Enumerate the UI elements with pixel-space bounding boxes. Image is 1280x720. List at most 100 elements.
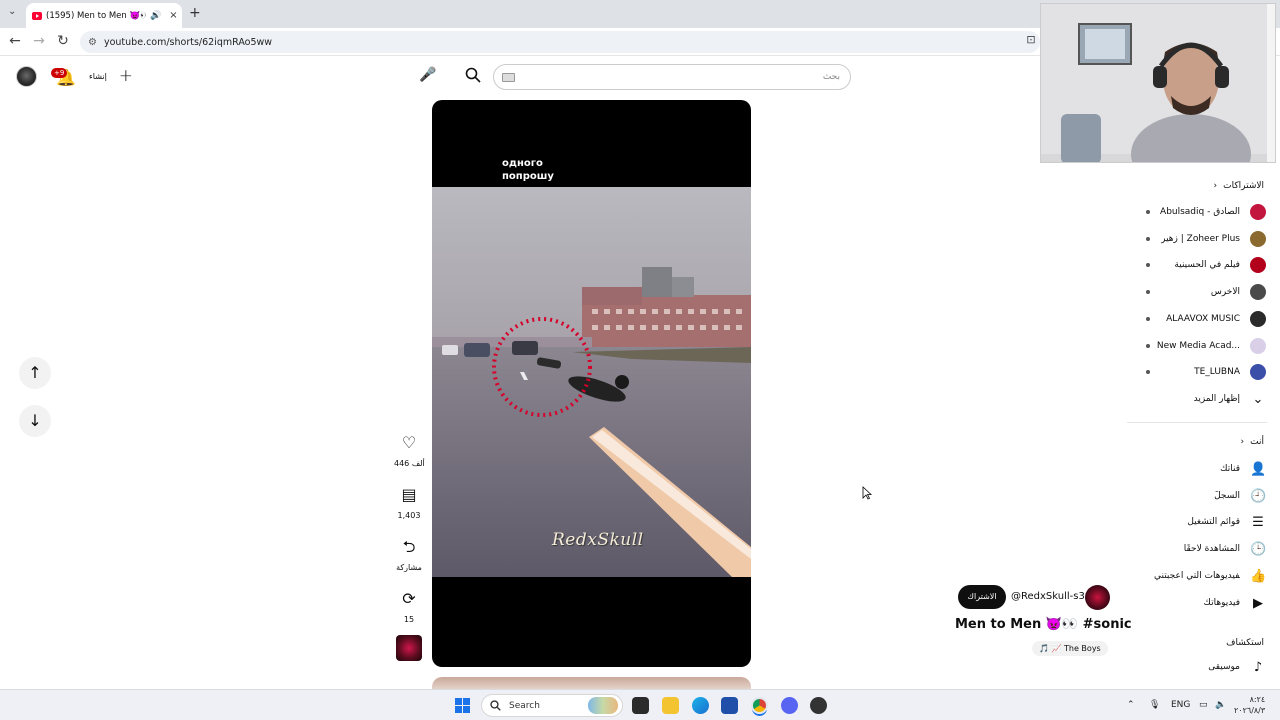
sidebar-item[interactable]: فيديوهاتك ▶ [1140, 592, 1266, 614]
sound-chip[interactable]: 🎵 📈 The Boys [1032, 641, 1108, 656]
channel-avatar [1250, 204, 1266, 220]
reload-button[interactable]: ↻ [54, 33, 72, 49]
sidebar-item[interactable]: قناتك 👤 [1140, 458, 1266, 480]
thumbs-up-icon: 👍 [1250, 568, 1267, 584]
keyboard-icon[interactable] [502, 73, 515, 82]
store-icon[interactable] [721, 697, 738, 714]
video-caption: одного попрошу [502, 157, 554, 183]
subscription-label: New Media Acad... [1156, 341, 1240, 351]
account-avatar[interactable] [16, 66, 37, 87]
subscription-item[interactable]: الاخرس [1140, 281, 1266, 303]
search-input[interactable]: بحث [493, 64, 851, 90]
chrome-icon[interactable] [751, 697, 768, 714]
subscribe-button[interactable]: الاشتراك [958, 585, 1006, 609]
new-content-dot-icon [1146, 237, 1150, 241]
share-icon[interactable]: ⮌ [394, 536, 424, 558]
file-explorer-icon[interactable] [662, 697, 679, 714]
explore-title: استكشاف [1226, 638, 1264, 648]
sidebar-item-label: موسيقى [1208, 662, 1240, 672]
network-icon[interactable]: ▭ [1199, 700, 1208, 710]
like-action[interactable]: ♡ 446 ألف [394, 432, 425, 468]
caption-line-1: одного [502, 158, 543, 169]
search-highlight-icon [588, 697, 618, 714]
new-content-dot-icon [1146, 210, 1150, 214]
browser-tab[interactable]: (1595) Men to Men 👿👀 # 🔊 × [26, 3, 182, 28]
forward-button[interactable]: → [30, 33, 48, 49]
create-button[interactable]: إنشاء + [89, 66, 133, 86]
address-bar[interactable]: ⚙ youtube.com/shorts/62iqmRAo5ww [80, 31, 1040, 53]
subscription-item[interactable]: ALAAVOX MUSIC [1140, 308, 1266, 330]
site-info-icon[interactable]: ⚙ [88, 37, 97, 48]
tab-close-icon[interactable]: × [169, 10, 177, 21]
comments-action[interactable]: ▤ 1,403 [394, 484, 424, 520]
plus-icon: + [118, 66, 133, 86]
new-content-dot-icon [1146, 263, 1150, 267]
tab-title: (1595) Men to Men 👿👀 # [46, 10, 146, 21]
sidebar-item[interactable]: الفيديوهات التي أعجبتني 👍 [1140, 565, 1266, 587]
sidebar-item-label: المشاهدة لاحقًا [1183, 544, 1240, 554]
new-content-dot-icon [1146, 344, 1150, 348]
heart-icon[interactable]: ♡ [394, 432, 424, 454]
previous-short-button[interactable]: ↑ [19, 357, 51, 389]
create-label: إنشاء [89, 71, 107, 81]
channel-avatar [1250, 311, 1266, 327]
discord-icon[interactable] [781, 697, 798, 714]
chevron-right-icon: › [1213, 181, 1218, 191]
show-hidden-icons-icon[interactable]: ⌃ [1127, 700, 1135, 710]
search-placeholder: بحث [822, 72, 840, 82]
channel-thumbnail[interactable] [396, 635, 422, 661]
app-icon[interactable] [810, 697, 827, 714]
volume-icon[interactable]: 🔈 [1215, 700, 1226, 710]
share-action[interactable]: ⮌ مشاركة [394, 536, 424, 572]
sidebar-item[interactable]: قوائم التشغيل ☰ [1140, 511, 1266, 533]
new-content-dot-icon [1146, 290, 1150, 294]
lens-icon[interactable]: ⊡ [1022, 33, 1040, 46]
subscription-label: TE_LUBNA [1194, 367, 1240, 377]
subscriptions-header[interactable]: › الاشتراكات [1214, 181, 1264, 191]
you-header[interactable]: › أنت [1241, 437, 1264, 447]
channel-avatar[interactable] [1085, 585, 1110, 610]
youtube-favicon-icon [32, 11, 42, 20]
channel-avatar [1250, 257, 1266, 273]
next-short-preview[interactable] [432, 677, 751, 689]
playlists-icon: ☰ [1252, 514, 1264, 530]
history-icon: 🕘 [1250, 488, 1267, 504]
music-icon: ♪ [1253, 659, 1263, 675]
subscription-item[interactable]: زهير | Zoheer Plus [1140, 228, 1266, 250]
show-more-button[interactable]: إظهار المزيد ⌄ [1140, 388, 1266, 410]
voice-search-mic-icon[interactable]: 🎤 [419, 67, 437, 85]
remix-icon[interactable]: ⟳ [394, 588, 424, 610]
sidebar-item-label: السجلّ [1214, 491, 1240, 501]
back-button[interactable]: ← [6, 33, 24, 49]
subscription-item[interactable]: TE_LUBNA [1140, 361, 1266, 383]
subscription-item[interactable]: New Media Acad... [1140, 335, 1266, 357]
new-tab-button[interactable]: + [189, 5, 201, 21]
taskbar-clock[interactable]: ٨:٢٤ ٢٠٢٦/٨/٣ [1234, 694, 1265, 716]
tab-search-icon[interactable]: ⌄ [8, 6, 16, 17]
channel-handle[interactable]: @RedxSkull-s3w [1011, 591, 1093, 602]
subscription-item[interactable]: فيلم في الحسينية [1140, 254, 1266, 276]
sidebar-item[interactable]: المشاهدة لاحقًا 🕒 [1140, 538, 1266, 560]
windows-start-icon[interactable] [455, 698, 470, 713]
task-view-icon[interactable] [632, 697, 649, 714]
webcam-feed-image [1041, 4, 1275, 162]
comment-icon[interactable]: ▤ [394, 484, 424, 506]
you-title: أنت [1250, 437, 1264, 447]
taskbar-search[interactable]: Search [481, 694, 623, 717]
subscription-item[interactable]: Abulsadiq - الصادق [1140, 201, 1266, 223]
search-icon[interactable] [461, 67, 485, 85]
microphone-icon[interactable]: 🎙 [1149, 700, 1160, 710]
tab-audio-icon[interactable]: 🔊 [150, 11, 161, 21]
shorts-video-player[interactable]: одного попрошу RedxSkull [432, 100, 751, 667]
sidebar-item[interactable]: السجلّ 🕘 [1140, 485, 1266, 507]
sidebar-item[interactable]: موسيقى ♪ [1140, 656, 1266, 678]
next-short-button[interactable]: ↓ [19, 405, 51, 437]
language-indicator[interactable]: ENG [1171, 700, 1190, 710]
road-scene-image [432, 187, 751, 577]
channel-avatar [1250, 338, 1266, 354]
remix-action[interactable]: ⟳ 15 [394, 588, 424, 624]
edge-icon[interactable] [692, 697, 709, 714]
chevron-right-icon: › [1240, 437, 1245, 447]
sidebar-item-label: قناتك [1220, 464, 1240, 474]
notification-count-badge: +9 [51, 68, 68, 78]
